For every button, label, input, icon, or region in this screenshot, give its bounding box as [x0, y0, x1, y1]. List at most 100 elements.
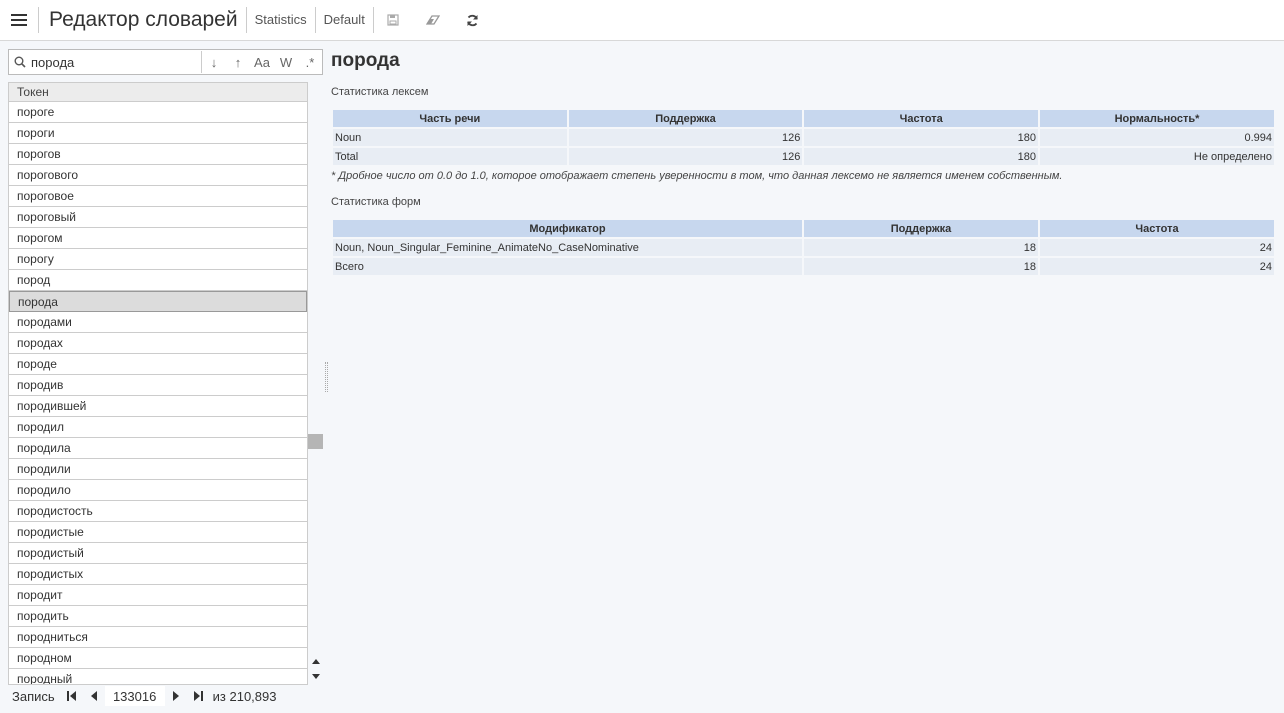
- token-rows: пороге пороги порогов порогового пороговое по…: [9, 102, 307, 684]
- search-next-down-button[interactable]: ↓: [202, 55, 226, 70]
- eraser-icon: [425, 15, 440, 25]
- record-pager: Запись из 210,893: [8, 685, 323, 707]
- save-button[interactable]: [372, 7, 413, 33]
- token-row[interactable]: породив: [9, 375, 307, 396]
- form-col-support: Поддержка: [803, 220, 1039, 237]
- form-col-frequency: Частота: [1040, 220, 1274, 237]
- token-row[interactable]: порогов: [9, 144, 307, 165]
- whole-word-toggle[interactable]: W: [274, 55, 298, 70]
- token-row[interactable]: породить: [9, 606, 307, 627]
- token-row[interactable]: порогового: [9, 165, 307, 186]
- token-row-selected[interactable]: порода: [9, 291, 307, 312]
- token-row[interactable]: породниться: [9, 627, 307, 648]
- scroll-down-icon[interactable]: [312, 672, 320, 680]
- pager-label: Запись: [12, 688, 55, 704]
- token-row[interactable]: пороге: [9, 102, 307, 123]
- token-row[interactable]: порогом: [9, 228, 307, 249]
- token-row[interactable]: породившей: [9, 396, 307, 417]
- search-icon: [9, 56, 31, 68]
- table-row: Всего 18 24: [333, 258, 1274, 275]
- lexeme-col-frequency: Частота: [804, 110, 1039, 127]
- erase-button[interactable]: [413, 7, 453, 33]
- lexeme-col-normality: Нормальность*: [1040, 110, 1274, 127]
- table-cell: Total: [333, 148, 567, 165]
- table-cell: Noun, Noun_Singular_Feminine_AnimateNo_C…: [333, 239, 802, 256]
- token-row[interactable]: породистый: [9, 543, 307, 564]
- prev-record-button[interactable]: [83, 686, 105, 706]
- refresh-button[interactable]: [453, 7, 493, 33]
- token-row[interactable]: пород: [9, 270, 307, 291]
- lexeme-stats-table: Часть речи Поддержка Частота Нормальност…: [331, 108, 1276, 167]
- table-row: Total 126 180 Не определено: [333, 148, 1274, 165]
- record-total: из 210,893: [212, 688, 277, 704]
- word-title: порода: [331, 50, 400, 71]
- nav-default[interactable]: Default: [314, 7, 373, 33]
- save-icon: [387, 14, 399, 26]
- table-cell: Всего: [333, 258, 802, 275]
- form-col-modifier: Модификатор: [333, 220, 802, 237]
- regex-toggle[interactable]: .*: [298, 55, 322, 70]
- panel-splitter[interactable]: [325, 362, 328, 392]
- next-record-button[interactable]: [165, 686, 187, 706]
- top-bar: Редактор словарей Statistics Default: [0, 0, 1284, 41]
- token-row[interactable]: породистость: [9, 501, 307, 522]
- nav-statistics[interactable]: Statistics: [245, 7, 315, 33]
- lexeme-stats-label: Статистика лексем: [331, 86, 429, 98]
- table-cell: 126: [568, 148, 803, 165]
- match-case-toggle[interactable]: Aa: [250, 55, 274, 70]
- table-cell: 0.994: [1040, 129, 1274, 146]
- token-row[interactable]: порогу: [9, 249, 307, 270]
- table-row: Noun 126 180 0.994: [333, 129, 1274, 146]
- search-prev-up-button[interactable]: ↑: [226, 55, 250, 70]
- form-stats-table: Модификатор Поддержка Частота Noun, Noun…: [331, 218, 1276, 277]
- token-row[interactable]: пороги: [9, 123, 307, 144]
- table-cell: 24: [1040, 239, 1274, 256]
- hamburger-icon: [11, 13, 27, 27]
- token-row[interactable]: породном: [9, 648, 307, 669]
- table-row: Noun, Noun_Singular_Feminine_AnimateNo_C…: [333, 239, 1274, 256]
- token-scrollbar[interactable]: [308, 82, 323, 685]
- token-row[interactable]: породами: [9, 312, 307, 333]
- last-record-button[interactable]: [187, 686, 209, 706]
- first-icon: [66, 691, 76, 701]
- token-row[interactable]: пороговый: [9, 207, 307, 228]
- search-options: ↓ ↑ Aa W .*: [201, 51, 322, 73]
- token-row[interactable]: породил: [9, 417, 307, 438]
- menu-button[interactable]: [0, 0, 38, 41]
- table-cell: 180: [804, 129, 1039, 146]
- token-row[interactable]: породистые: [9, 522, 307, 543]
- table-cell: Не определено: [1040, 148, 1274, 165]
- last-icon: [193, 691, 203, 701]
- table-cell: Noun: [333, 129, 567, 146]
- token-row[interactable]: породистых: [9, 564, 307, 585]
- next-icon: [172, 691, 179, 701]
- table-cell: 24: [1040, 258, 1274, 275]
- token-row[interactable]: породили: [9, 459, 307, 480]
- search-box: ↓ ↑ Aa W .*: [8, 49, 323, 75]
- refresh-icon: [467, 14, 479, 26]
- token-row[interactable]: пороговое: [9, 186, 307, 207]
- token-row[interactable]: породе: [9, 354, 307, 375]
- token-row[interactable]: породило: [9, 480, 307, 501]
- token-row[interactable]: породах: [9, 333, 307, 354]
- prev-icon: [90, 691, 97, 701]
- normality-footnote: * Дробное число от 0.0 до 1.0, которое о…: [331, 170, 1063, 182]
- token-row[interactable]: породила: [9, 438, 307, 459]
- search-input[interactable]: [31, 51, 191, 73]
- table-cell: 18: [803, 258, 1039, 275]
- lexeme-col-pos: Часть речи: [333, 110, 567, 127]
- token-row[interactable]: породный: [9, 669, 307, 684]
- token-column-header[interactable]: Токен: [9, 83, 307, 102]
- scroll-up-icon[interactable]: [312, 658, 320, 666]
- scroll-thumb[interactable]: [308, 434, 323, 449]
- lexeme-col-support: Поддержка: [568, 110, 803, 127]
- app-title: Редактор словарей: [38, 7, 246, 33]
- token-row[interactable]: породит: [9, 585, 307, 606]
- table-cell: 18: [803, 239, 1039, 256]
- form-stats-label: Статистика форм: [331, 196, 421, 208]
- table-cell: 126: [568, 129, 803, 146]
- table-cell: 180: [804, 148, 1039, 165]
- token-grid: Токен пороге пороги порогов порогового порог…: [8, 82, 308, 685]
- first-record-button[interactable]: [61, 686, 83, 706]
- record-number-input[interactable]: [104, 686, 165, 706]
